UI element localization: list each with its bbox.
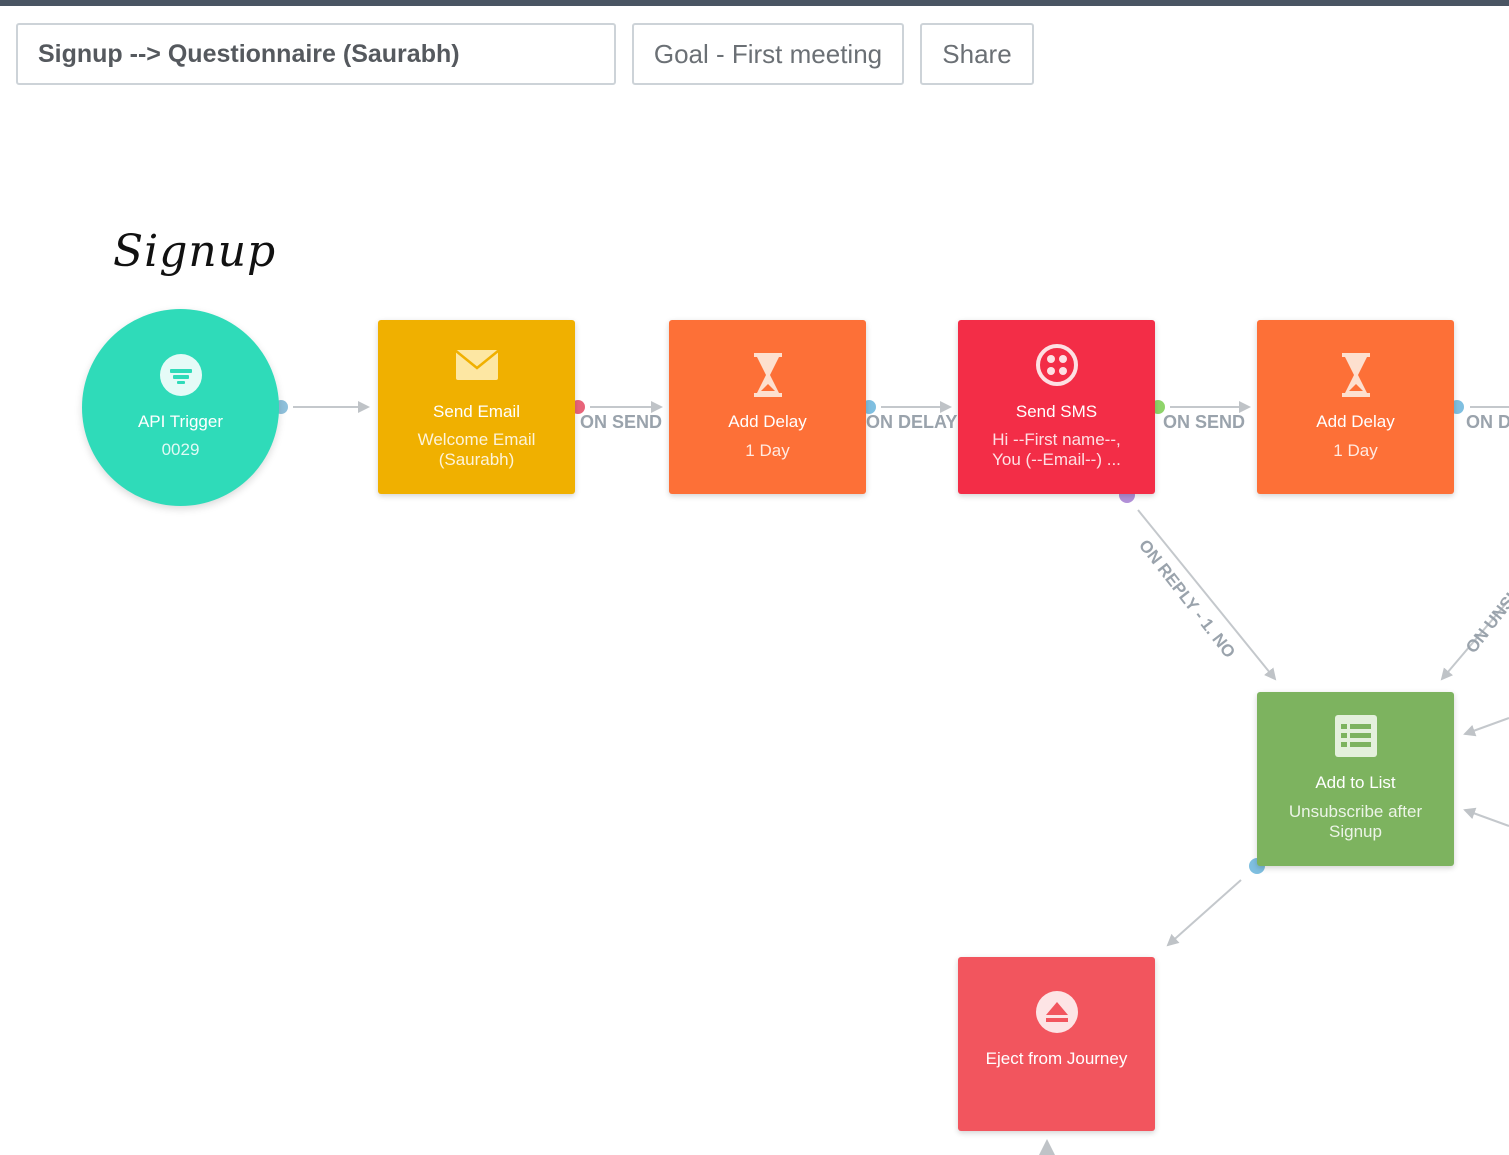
add-delay-title-1: Add Delay [728,412,807,431]
journey-connections [274,400,1509,1155]
hourglass-icon [1341,353,1371,402]
api-trigger-title: API Trigger [137,412,224,431]
edge-label-on-d: ON D [1466,412,1509,432]
edge-label-on-send-1: ON SEND [580,412,663,432]
add-to-list-title: Add to List [1315,773,1396,792]
eject-icon [1035,990,1079,1039]
add-to-list-sub: Unsubscribe after Signup [1288,802,1423,841]
api-trigger-node[interactable]: API Trigger 0029 [82,309,279,506]
edge-label-on-delay: ON DELAY [866,412,958,432]
send-email-node[interactable]: Send Email Welcome Email (Saurabh) [378,320,575,494]
send-email-sub: Welcome Email (Saurabh) [417,430,536,469]
send-sms-node[interactable]: Send SMS Hi --First name--, You (--Email… [958,320,1155,494]
edge-addlist-eject [1166,879,1242,947]
add-delay-node-2[interactable]: Add Delay 1 Day [1257,320,1454,494]
api-trigger-sub: 0029 [161,440,200,459]
edge-eject-incoming [1039,1139,1055,1155]
add-to-list-node[interactable]: Add to List Unsubscribe after Signup [1257,692,1454,866]
add-delay-node-1[interactable]: Add Delay 1 Day [669,320,866,494]
edge-in-addlist-2 [1463,807,1509,827]
edge-in-addlist-1 [1463,717,1509,737]
edge-sms-addlist [1137,509,1277,681]
eject-node[interactable]: Eject from Journey [958,957,1155,1131]
add-delay-sub-2: 1 Day [1333,441,1378,460]
add-delay-sub-1: 1 Day [745,441,790,460]
send-sms-sub: Hi --First name--, You (--Email--) ... [992,430,1121,469]
sms-icon [1035,343,1079,392]
hourglass-icon [753,353,783,402]
edge-label-on-send-2: ON SEND [1163,412,1246,432]
eject-title: Eject from Journey [985,1049,1128,1068]
send-sms-title: Send SMS [1015,402,1098,421]
send-email-title: Send Email [433,402,520,421]
add-delay-title-2: Add Delay [1316,412,1395,431]
envelope-icon [454,349,499,386]
list-icon [1334,715,1377,762]
api-trigger-icon [159,354,202,401]
